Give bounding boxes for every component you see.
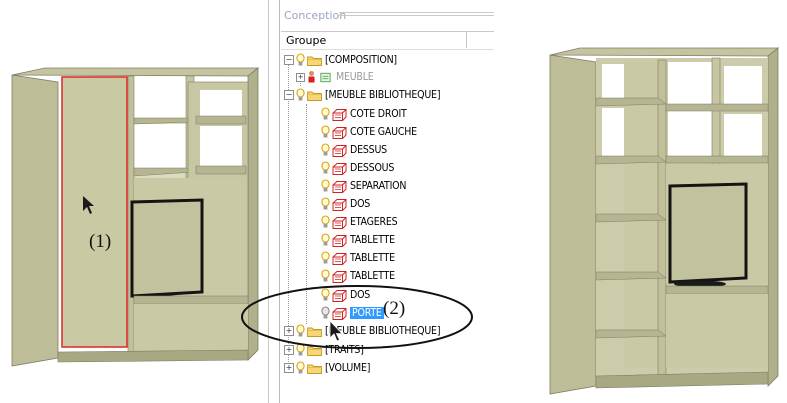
tree-item-label: ETAGERES (350, 216, 398, 228)
tv-icon (668, 182, 748, 284)
tree-item-cote-gauche[interactable]: COTE GAUCHE (321, 123, 417, 141)
tree-item-tablette-2[interactable]: TABLETTE (321, 249, 395, 267)
column-header-label: Groupe (286, 34, 327, 47)
tree-item-meuble-bibliotheque[interactable]: − [MEUBLE BIBLIOTHEQUE] (284, 86, 441, 104)
folder-icon (307, 364, 322, 374)
door-panel-selected (61, 76, 128, 348)
bulb-icon[interactable] (321, 197, 330, 211)
tree-item-label: DOS (350, 198, 371, 210)
expand-toggle[interactable]: + (284, 363, 294, 373)
part-icon (332, 270, 347, 283)
tree-item-label: TABLETTE (350, 270, 395, 282)
furniture-view-without-door (549, 47, 780, 395)
part-icon (332, 126, 347, 139)
bulb-icon[interactable] (321, 161, 330, 175)
folder-icon (307, 56, 322, 66)
part-icon (332, 108, 347, 121)
side-panel-left (11, 74, 59, 367)
bulb-icon[interactable] (321, 269, 330, 283)
highlight-ellipse (241, 285, 473, 349)
tree-item-dos[interactable]: DOS (321, 195, 370, 213)
tree-item-label: [COMPOSITION] (325, 54, 397, 66)
tree-item-label: TABLETTE (350, 252, 395, 264)
tree-item-volume[interactable]: + [VOLUME] (284, 359, 370, 377)
tree-item-label: DESSOUS (350, 162, 395, 174)
tree-item-label: COTE DROIT (350, 108, 407, 120)
bulb-icon[interactable] (321, 251, 330, 265)
bulb-icon[interactable] (296, 361, 305, 375)
tree-item-meuble[interactable]: + MEUBLE (296, 68, 374, 86)
tree-item-label: DESSUS (350, 144, 387, 156)
tree-item-dessous[interactable]: DESSOUS (321, 159, 394, 177)
furniture-view-with-door (11, 67, 260, 367)
tree-item-label: COTE GAUCHE (350, 126, 417, 138)
collapse-toggle[interactable]: − (284, 90, 294, 100)
tree-item-label: MEUBLE (336, 71, 374, 83)
collapse-toggle[interactable]: − (284, 55, 294, 65)
tv-icon (130, 198, 204, 298)
part-icon (332, 234, 347, 247)
part-icon (332, 162, 347, 175)
section-title: Conception (284, 9, 347, 22)
person-icon[interactable] (307, 70, 316, 84)
tree-item-separation[interactable]: SEPARATION (321, 177, 406, 195)
part-icon (332, 252, 347, 265)
bulb-icon[interactable] (321, 233, 330, 247)
tree-item-cote-droit[interactable]: COTE DROIT (321, 105, 407, 123)
cursor-arrow-icon (329, 320, 343, 342)
bulb-icon[interactable] (296, 53, 305, 67)
folder-icon (307, 91, 322, 101)
bulb-icon[interactable] (321, 179, 330, 193)
bulb-icon[interactable] (321, 125, 330, 139)
part-icon (320, 72, 331, 82)
tree-item-label: [VOLUME] (325, 362, 371, 374)
tree-item-label: SEPARATION (350, 180, 407, 192)
bulb-icon[interactable] (321, 215, 330, 229)
callout-2: (2) (383, 298, 406, 319)
bulb-icon[interactable] (321, 107, 330, 121)
expand-toggle[interactable]: + (296, 72, 305, 82)
bulb-icon[interactable] (296, 88, 305, 102)
tree-item-composition[interactable]: − [COMPOSITION] (284, 51, 397, 69)
tree-item-label: TABLETTE (350, 234, 395, 246)
part-icon (332, 144, 347, 157)
tree-item-tablette-1[interactable]: TABLETTE (321, 231, 395, 249)
bulb-icon[interactable] (321, 143, 330, 157)
part-icon (332, 216, 347, 229)
callout-1: (1) (89, 231, 112, 252)
tree-item-etageres[interactable]: ETAGERES (321, 213, 398, 231)
tree-item-dessus[interactable]: DESSUS (321, 141, 387, 159)
part-icon (332, 180, 347, 193)
part-icon (332, 198, 347, 211)
tree-item-label: [MEUBLE BIBLIOTHEQUE] (325, 89, 441, 101)
